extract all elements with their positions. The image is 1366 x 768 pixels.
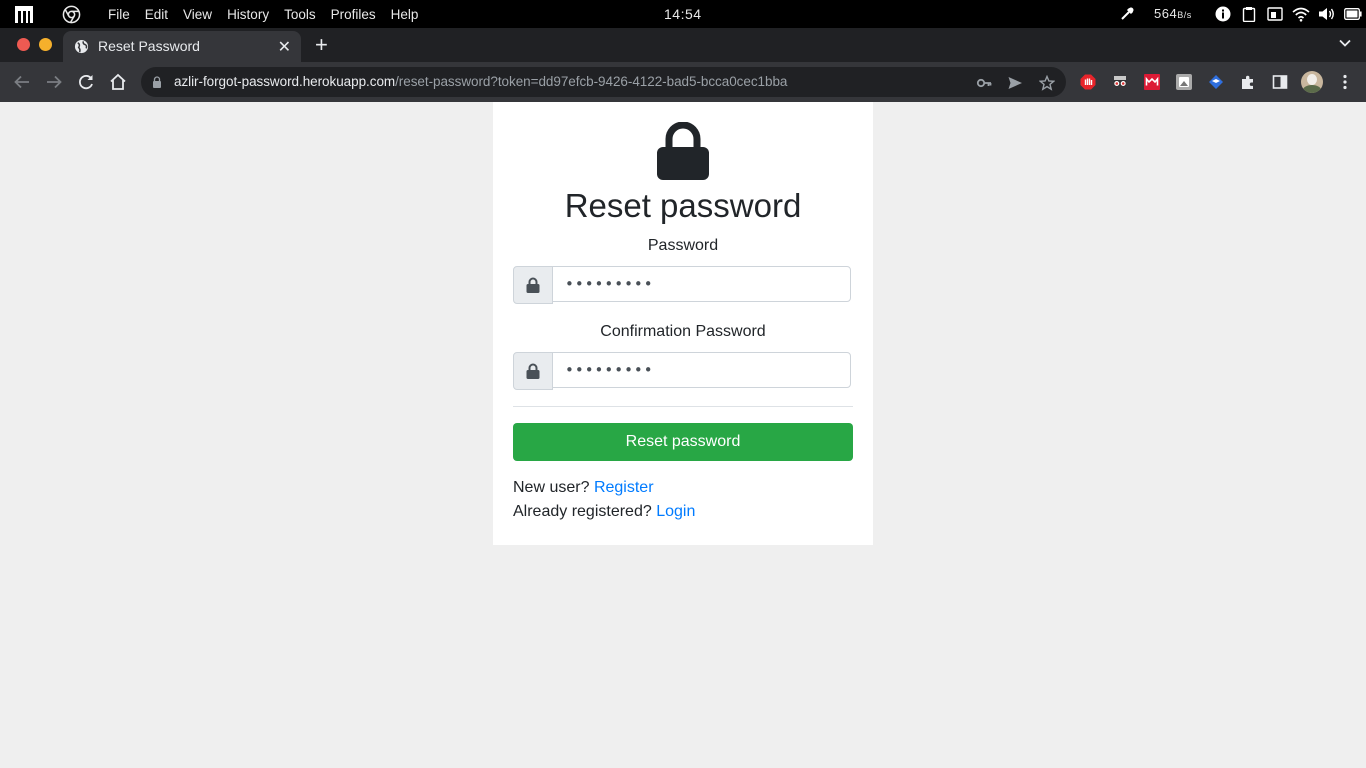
key-icon[interactable] [976,75,992,91]
lock-icon [526,363,540,379]
menu-profiles[interactable]: Profiles [331,7,376,22]
os-top-bar: File Edit View History Tools Profiles He… [0,0,1366,28]
menu-view[interactable]: View [183,7,212,22]
confirmation-password-input-group [513,352,853,390]
chevron-down-icon[interactable] [1338,36,1352,50]
color-picker-icon[interactable] [1119,6,1135,22]
lock-icon [526,277,540,293]
confirmation-password-label: Confirmation Password [600,323,766,340]
login-link[interactable]: Login [656,503,695,520]
chrome-icon[interactable] [62,5,81,24]
app-menu: File Edit View History Tools Profiles He… [108,0,433,28]
tab-title: Reset Password [98,38,200,54]
url-text[interactable]: azlir-forgot-password.herokuapp.com/rese… [174,74,787,89]
kebab-menu-icon[interactable] [1337,74,1353,90]
already-registered-line: Already registered? Login [513,503,695,521]
new-user-text: New user? [513,479,590,496]
star-icon[interactable] [1039,75,1055,91]
graduation-cap-extension-icon[interactable] [1208,74,1224,90]
register-link[interactable]: Register [594,479,654,496]
wifi-icon[interactable] [1292,6,1310,22]
network-speed: 564B/s [1154,6,1192,21]
battery-icon[interactable] [1344,8,1362,20]
forward-icon[interactable] [45,73,63,91]
puzzle-icon[interactable] [1240,74,1256,90]
adblock-extension-icon[interactable] [1080,74,1096,90]
reset-password-button[interactable]: Reset password [513,423,853,461]
profile-avatar[interactable] [1301,71,1323,93]
volume-icon[interactable] [1318,6,1336,22]
new-tab-button[interactable]: + [315,32,328,58]
window-minimize-button[interactable] [39,38,52,51]
reload-icon[interactable] [77,73,95,91]
clock[interactable]: 14:54 [664,6,702,22]
os-logo-icon[interactable] [15,6,33,23]
tab-close-icon[interactable]: ✕ [278,37,291,57]
password-input-group [513,266,853,304]
tab-reset-password[interactable]: Reset Password ✕ [63,31,301,62]
tab-strip: Reset Password ✕ + [0,28,1366,62]
divider [513,406,853,407]
new-user-line: New user? Register [513,479,654,497]
menu-tools[interactable]: Tools [284,7,316,22]
lock-icon[interactable] [152,76,162,88]
browser-toolbar: azlir-forgot-password.herokuapp.com/rese… [0,62,1366,102]
home-icon[interactable] [109,73,127,91]
screen-icon[interactable] [1267,6,1283,22]
page-title: Reset password [564,187,802,224]
confirmation-password-addon [513,352,553,390]
image-extension-icon[interactable] [1176,74,1192,90]
globe-icon [74,39,89,54]
confirmation-password-input[interactable] [552,352,851,388]
address-bar[interactable]: azlir-forgot-password.herokuapp.com/rese… [141,67,1066,97]
clipboard-icon[interactable] [1242,6,1256,22]
reset-password-card: Reset password Password Confirmation Pas… [493,102,873,545]
spy-extension-icon[interactable] [1112,74,1128,90]
password-input[interactable] [552,266,851,302]
menu-help[interactable]: Help [391,7,419,22]
lock-icon [657,122,709,180]
side-panel-icon[interactable] [1272,74,1288,90]
menu-edit[interactable]: Edit [145,7,168,22]
password-label: Password [647,237,719,254]
info-icon[interactable] [1215,6,1231,22]
already-registered-text: Already registered? [513,503,652,520]
window-close-button[interactable] [17,38,30,51]
mendeley-extension-icon[interactable] [1144,74,1160,90]
send-icon[interactable] [1007,75,1023,91]
menu-file[interactable]: File [108,7,130,22]
menu-history[interactable]: History [227,7,269,22]
back-icon[interactable] [13,73,31,91]
password-addon [513,266,553,304]
